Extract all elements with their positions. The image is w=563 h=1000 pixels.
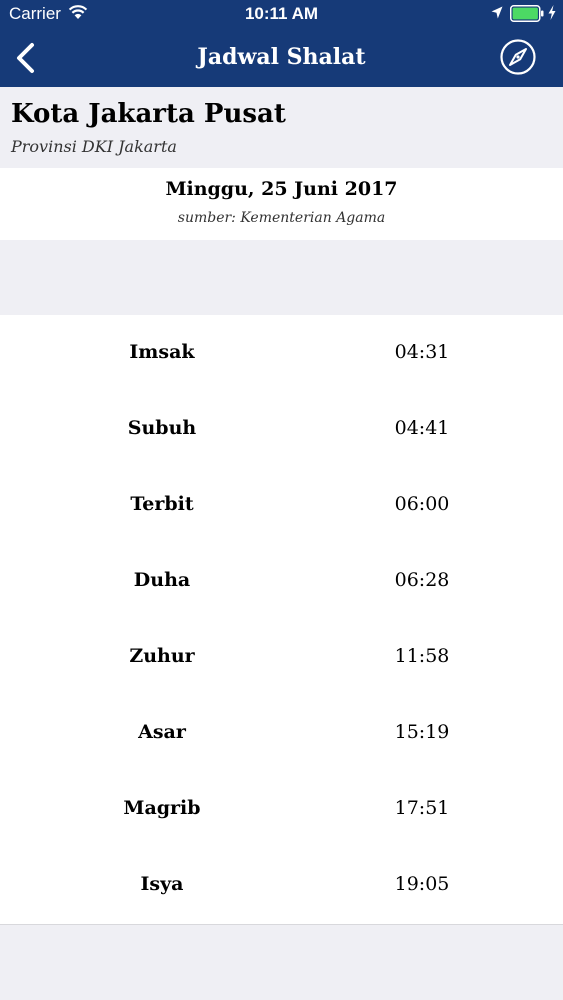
prayer-row-duha: Duha 06:28: [0, 543, 563, 619]
prayer-name: Magrib: [123, 797, 201, 819]
prayer-name: Terbit: [130, 493, 194, 515]
city-name: Kota Jakarta Pusat: [11, 99, 286, 129]
prayer-row-imsak: Imsak 04:31: [0, 315, 563, 391]
prayer-row-zuhur: Zuhur 11:58: [0, 619, 563, 695]
status-time: 10:11 AM: [244, 4, 319, 23]
prayer-time: 17:51: [394, 797, 450, 819]
status-bar: Carrier 10:11 AM: [0, 0, 563, 30]
page-title: Jadwal Shalat: [197, 44, 366, 70]
location-arrow-icon: [491, 6, 503, 19]
navigation-bar: Carrier 10:11 AM Jadwal Shalat: [0, 0, 563, 87]
prayer-time: 19:05: [394, 873, 450, 895]
prayer-name: Asar: [138, 721, 186, 743]
prayer-row-isya: Isya 19:05: [0, 847, 563, 923]
prayer-row-subuh: Subuh 04:41: [0, 391, 563, 467]
prayer-time: 04:31: [394, 341, 450, 363]
prayer-name: Isya: [140, 873, 184, 895]
prayer-time: 06:28: [394, 569, 450, 591]
prayer-time: 11:58: [394, 645, 450, 667]
date-header: Minggu, 25 Juni 2017 sumber: Kementerian…: [0, 168, 563, 240]
source-text: sumber: Kementerian Agama: [177, 210, 386, 226]
prayer-row-magrib: Magrib 17:51: [0, 771, 563, 847]
battery-icon: [510, 5, 544, 22]
prayer-time: 15:19: [394, 721, 450, 743]
prayer-name: Subuh: [127, 417, 197, 439]
prayer-row-asar: Asar 15:19: [0, 695, 563, 771]
location-header: Kota Jakarta Pusat Provinsi DKI Jakarta: [0, 87, 563, 168]
date-text: Minggu, 25 Juni 2017: [165, 178, 398, 200]
prayer-time: 04:41: [394, 417, 450, 439]
province-name: Provinsi DKI Jakarta: [11, 137, 177, 156]
prayer-row-terbit: Terbit 06:00: [0, 467, 563, 543]
prayer-name: Zuhur: [129, 645, 195, 667]
prayer-time: 06:00: [394, 493, 450, 515]
prayer-name: Duha: [133, 569, 191, 591]
compass-button[interactable]: [499, 38, 537, 76]
prayer-name: Imsak: [129, 341, 195, 363]
compass-icon: [500, 39, 536, 75]
prayer-schedule-list: Imsak 04:31 Subuh 04:41 Terbit 06:00 Duh…: [0, 315, 563, 925]
charging-bolt-icon: [548, 5, 556, 20]
